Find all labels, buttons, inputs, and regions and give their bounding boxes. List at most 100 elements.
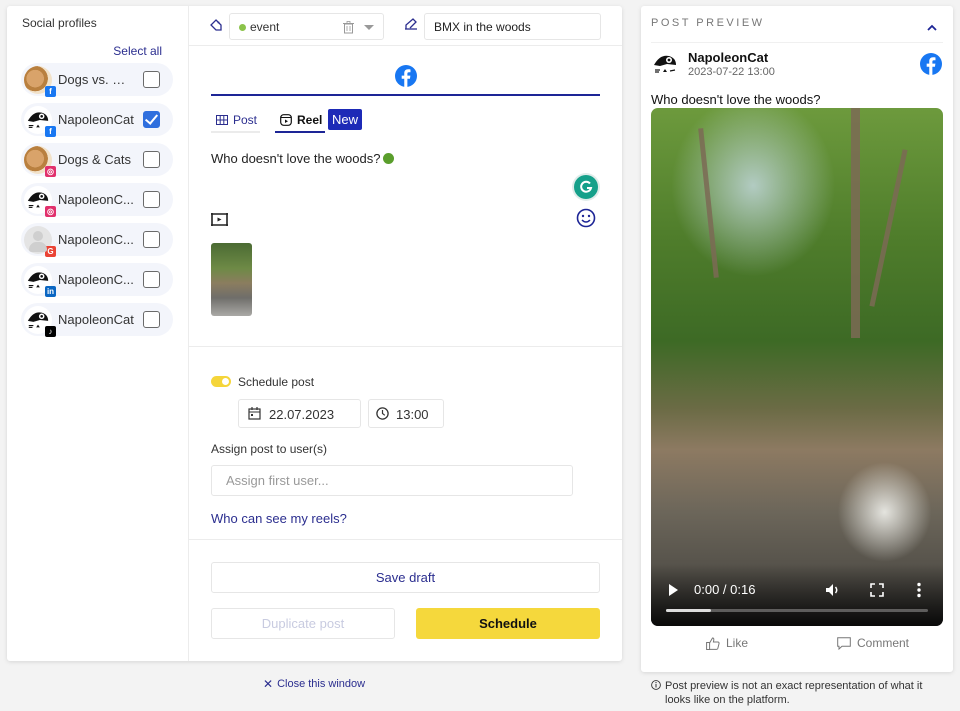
editor-panel: event Post Reel New Who doesn't love the…	[189, 6, 622, 661]
divider	[189, 539, 622, 540]
tiktok-badge-icon: ♪	[45, 325, 56, 337]
grid-icon	[216, 115, 228, 125]
profile-item[interactable]: ◎ NapoleonC...	[21, 183, 173, 217]
profile-item[interactable]: in NapoleonC...	[21, 263, 173, 297]
tree-emoji-icon	[383, 153, 395, 164]
save-draft-button[interactable]: Save draft	[211, 562, 600, 593]
profile-name: Dogs vs. Ca...	[58, 72, 134, 87]
reel-icon	[280, 114, 292, 126]
post-composer: Social profiles Select all f Dogs vs. Ca.…	[7, 6, 622, 661]
profile-avatar: G	[24, 225, 56, 257]
add-video-icon[interactable]	[211, 212, 228, 227]
profile-avatar: ◎	[24, 185, 56, 217]
emoji-icon[interactable]	[576, 208, 596, 228]
schedule-toggle[interactable]	[211, 376, 231, 387]
tab-reel[interactable]: Reel	[275, 109, 325, 133]
post-title-input[interactable]	[424, 13, 601, 40]
profile-checkbox[interactable]	[143, 191, 160, 208]
facebook-icon[interactable]	[395, 65, 417, 87]
comment-label: Comment	[857, 636, 910, 650]
video-frame-detail	[869, 149, 908, 307]
like-label: Like	[726, 636, 749, 650]
network-tab-indicator	[211, 94, 600, 96]
thumbs-up-icon	[706, 636, 720, 650]
instagram-badge-icon: ◎	[45, 165, 56, 177]
close-window-link[interactable]: ✕ Close this window	[263, 677, 365, 691]
chevron-down-icon[interactable]	[364, 25, 374, 30]
comment-button[interactable]: Comment	[837, 636, 909, 650]
duplicate-post-button[interactable]: Duplicate post	[211, 608, 395, 639]
divider	[189, 346, 622, 347]
tag-color-dot	[239, 24, 246, 31]
editor-topbar: event	[189, 6, 622, 46]
info-icon	[651, 680, 661, 690]
select-all-link[interactable]: Select all	[113, 44, 162, 58]
profile-checkbox[interactable]	[143, 231, 160, 248]
time-input[interactable]: 13:00	[368, 399, 444, 428]
video-player[interactable]: 0:00 / 0:16	[651, 108, 943, 626]
chevron-up-icon[interactable]	[927, 23, 937, 33]
who-can-see-reels-link[interactable]: Who can see my reels?	[211, 511, 347, 526]
new-badge: New	[328, 109, 363, 130]
assign-user-input[interactable]	[211, 465, 573, 496]
tab-post-label: Post	[233, 113, 258, 127]
profile-checkbox[interactable]	[143, 311, 160, 328]
profile-avatar: f	[24, 65, 56, 97]
profile-avatar: ♪	[24, 305, 56, 337]
tag-label: event	[250, 20, 280, 34]
disclaimer-text: Post preview is not an exact representat…	[665, 680, 923, 706]
facebook-badge-icon: f	[45, 85, 56, 97]
like-button[interactable]: Like	[706, 636, 748, 650]
profile-checkbox[interactable]	[143, 271, 160, 288]
profile-item[interactable]: ♪ NapoleonCat	[21, 303, 173, 337]
play-icon[interactable]	[669, 584, 678, 596]
napoleoncat-avatar	[654, 55, 676, 73]
post-text-editor[interactable]: Who doesn't love the woods?	[211, 151, 561, 166]
profile-item[interactable]: ◎ Dogs & Cats	[21, 143, 173, 177]
video-thumbnail[interactable]	[211, 243, 252, 316]
profile-avatar: in	[24, 265, 56, 297]
edit-title-icon	[405, 18, 417, 30]
video-frame-detail	[698, 128, 719, 278]
google-badge-icon: G	[45, 245, 56, 257]
tag-select[interactable]: event	[229, 13, 384, 40]
profile-item[interactable]: f Dogs vs. Ca...	[21, 63, 173, 97]
schedule-button[interactable]: Schedule	[416, 608, 600, 639]
profile-checkbox[interactable]	[143, 71, 160, 88]
profile-item[interactable]: G NapoleonC...	[21, 223, 173, 257]
profile-avatar: f	[24, 105, 56, 137]
profile-name: NapoleonC...	[58, 192, 134, 207]
tab-post[interactable]: Post	[211, 109, 260, 133]
video-progress-bar[interactable]	[666, 609, 928, 612]
comment-icon	[837, 636, 851, 650]
facebook-badge-icon: f	[45, 125, 56, 137]
video-frame-detail	[851, 108, 860, 338]
profile-item[interactable]: f NapoleonCat	[21, 103, 173, 137]
trash-icon[interactable]	[343, 21, 354, 34]
video-controls: 0:00 / 0:16	[651, 564, 943, 626]
fullscreen-icon[interactable]	[870, 583, 884, 597]
grammarly-icon[interactable]	[574, 175, 598, 199]
instagram-badge-icon: ◎	[45, 205, 56, 217]
social-profiles-panel: Social profiles Select all f Dogs vs. Ca.…	[7, 6, 189, 661]
assign-users-label: Assign post to user(s)	[211, 442, 328, 456]
date-picker[interactable]: 22.07.2023	[238, 399, 361, 428]
volume-icon[interactable]	[825, 582, 841, 598]
profile-name: NapoleonCat	[58, 112, 134, 127]
tab-reel-label: Reel	[297, 113, 323, 127]
video-buffered-fill	[666, 609, 711, 612]
profile-checkbox[interactable]	[143, 111, 160, 128]
date-value: 22.07.2023	[269, 407, 335, 422]
profile-avatar: ◎	[24, 145, 56, 177]
post-preview-panel: POST PREVIEW NapoleonCat 2023-07-22 13:0…	[641, 6, 953, 672]
profiles-title: Social profiles	[22, 16, 97, 30]
preview-post-text: Who doesn't love the woods?	[651, 92, 821, 107]
clock-icon	[376, 407, 389, 420]
preview-datetime: 2023-07-22 13:00	[688, 66, 775, 78]
more-options-icon[interactable]	[916, 582, 922, 598]
divider	[651, 42, 943, 43]
tag-icon	[210, 19, 222, 31]
profile-name: Dogs & Cats	[58, 152, 131, 167]
profile-checkbox[interactable]	[143, 151, 160, 168]
facebook-icon	[920, 53, 942, 75]
